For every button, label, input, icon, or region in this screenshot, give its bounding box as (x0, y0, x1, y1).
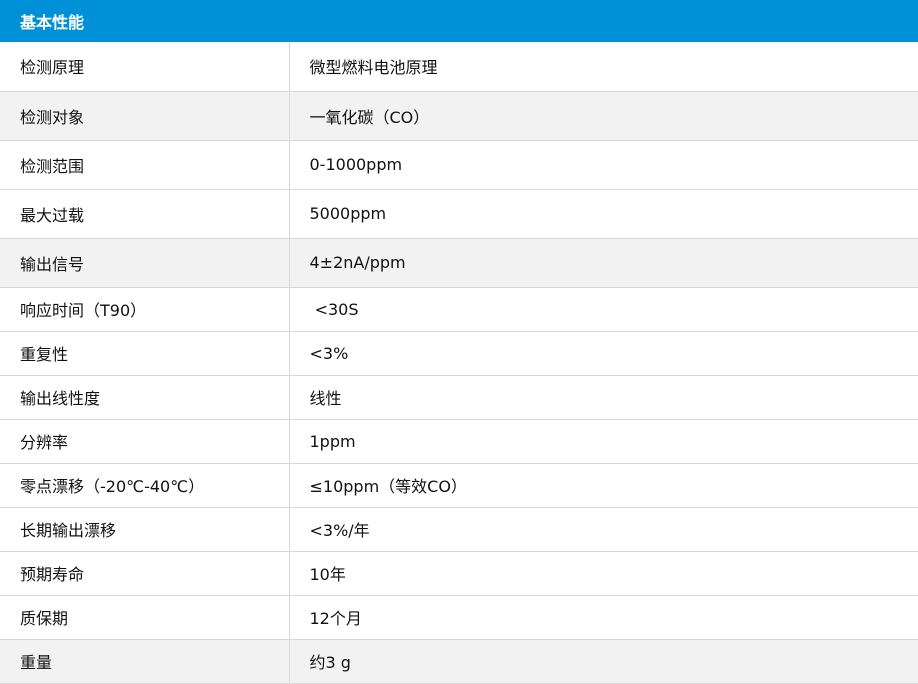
param-value: 10年 (289, 551, 918, 596)
param-value: 12个月 (289, 595, 918, 640)
param-name: 质保期 (0, 595, 290, 640)
param-value: 5000ppm (289, 189, 918, 239)
table-row: 零点漂移（-20℃-40℃） ≤10ppm（等效CO） (0, 463, 918, 508)
table-row: 重量 约3 g (0, 639, 918, 684)
param-value: 4±2nA/ppm (289, 238, 918, 288)
param-value: 微型燃料电池原理 (289, 42, 918, 92)
table-row: 分辨率 1ppm (0, 419, 918, 464)
param-value: 0-1000ppm (289, 140, 918, 190)
param-value: 1ppm (289, 419, 918, 464)
table-row: 长期输出漂移 <3%/年 (0, 507, 918, 552)
param-name: 输出信号 (0, 238, 290, 288)
param-name: 重量 (0, 639, 290, 684)
table-row: 质保期 12个月 (0, 595, 918, 640)
table-row: 检测范围 0-1000ppm (0, 140, 918, 190)
param-value: <30S (289, 287, 918, 332)
table-row: 输出信号 4±2nA/ppm (0, 238, 918, 288)
param-name: 分辨率 (0, 419, 290, 464)
param-value: <3% (289, 331, 918, 376)
param-name: 检测原理 (0, 42, 290, 92)
param-value: 一氧化碳（CO） (289, 91, 918, 141)
table-row: 检测原理 微型燃料电池原理 (0, 42, 918, 92)
param-name: 检测范围 (0, 140, 290, 190)
param-value: <3%/年 (289, 507, 918, 552)
param-name: 检测对象 (0, 91, 290, 141)
param-value: ≤10ppm（等效CO） (289, 463, 918, 508)
table-header: 基本性能 (0, 0, 918, 42)
param-name: 长期输出漂移 (0, 507, 290, 552)
param-name: 预期寿命 (0, 551, 290, 596)
param-value: 线性 (289, 375, 918, 420)
param-name: 输出线性度 (0, 375, 290, 420)
param-value: 约3 g (289, 639, 918, 684)
table-row: 输出线性度 线性 (0, 375, 918, 420)
table-row: 重复性 <3% (0, 331, 918, 376)
param-name: 重复性 (0, 331, 290, 376)
spec-table: 基本性能 检测原理 微型燃料电池原理 检测对象 一氧化碳（CO） 检测范围 0-… (0, 0, 918, 684)
table-row: 预期寿命 10年 (0, 551, 918, 596)
table-row: 检测对象 一氧化碳（CO） (0, 91, 918, 141)
param-name: 最大过载 (0, 189, 290, 239)
table-row: 响应时间（T90） <30S (0, 287, 918, 332)
param-name: 零点漂移（-20℃-40℃） (0, 463, 290, 508)
table-row: 最大过载 5000ppm (0, 189, 918, 239)
param-name: 响应时间（T90） (0, 287, 290, 332)
